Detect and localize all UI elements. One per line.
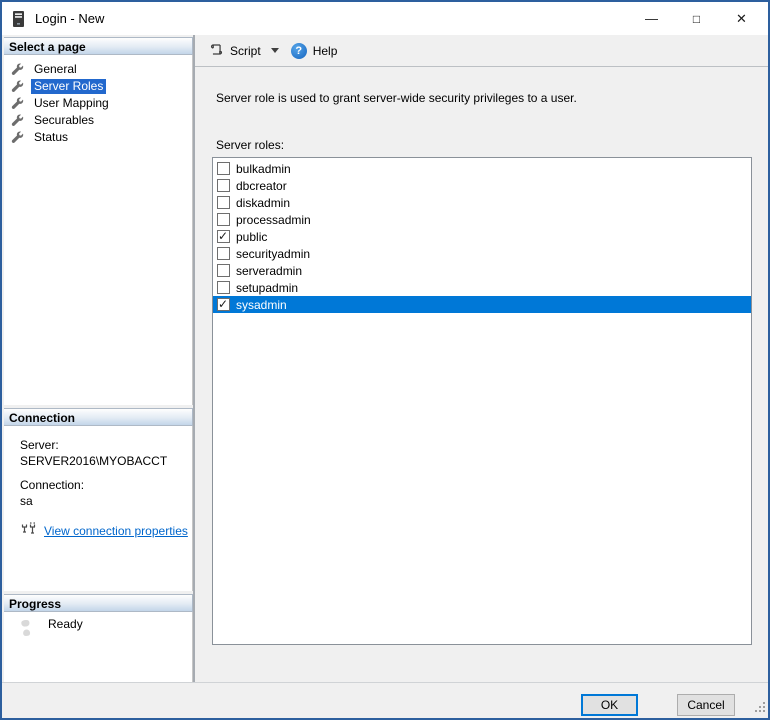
- ok-button[interactable]: OK: [581, 694, 638, 716]
- role-name: bulkadmin: [236, 162, 291, 176]
- script-icon: [209, 42, 224, 60]
- close-button[interactable]: ✕: [719, 2, 764, 35]
- wrench-icon: [11, 63, 24, 76]
- server-role-row[interactable]: processadmin: [213, 211, 751, 228]
- resize-grip[interactable]: [755, 702, 766, 716]
- server-role-row[interactable]: securityadmin: [213, 245, 751, 262]
- script-button[interactable]: Script: [204, 39, 266, 63]
- progress-panel: Ready: [4, 612, 193, 682]
- connection-header: Connection: [4, 408, 193, 426]
- sidebar-item-label: User Mapping: [31, 96, 112, 111]
- script-label: Script: [230, 44, 261, 58]
- progress-spinner-icon: [18, 620, 34, 636]
- minimize-button[interactable]: —: [629, 2, 674, 35]
- progress-status: Ready: [48, 617, 83, 631]
- role-checkbox[interactable]: [217, 281, 230, 294]
- maximize-button[interactable]: □: [674, 2, 719, 35]
- server-app-icon: [12, 10, 25, 28]
- role-checkbox[interactable]: [217, 247, 230, 260]
- server-role-row[interactable]: sysadmin: [213, 296, 751, 313]
- sidebar-item-label: General: [31, 62, 80, 77]
- main-panel: Script ? Help Server role is used to gra…: [195, 35, 768, 682]
- title-bar: Login - New — □ ✕: [2, 2, 768, 35]
- help-icon: ?: [291, 43, 307, 59]
- window-title: Login - New: [35, 11, 104, 26]
- sidebar-item-server-roles[interactable]: Server Roles: [4, 78, 192, 95]
- connection-panel: Server: SERVER2016\MYOBACCT Connection: …: [4, 426, 193, 591]
- sidebar-item-label: Status: [31, 130, 71, 145]
- role-checkbox[interactable]: [217, 162, 230, 175]
- page-list: General Server Roles User Mapping Secura…: [4, 55, 193, 405]
- sidebar-item-label: Securables: [31, 113, 97, 128]
- server-label: Server:: [20, 438, 192, 452]
- connection-properties-icon: [20, 522, 38, 539]
- page-description: Server role is used to grant server-wide…: [216, 91, 577, 105]
- sidebar-item-status[interactable]: Status: [4, 129, 192, 146]
- wrench-icon: [11, 131, 24, 144]
- sidebar-item-user-mapping[interactable]: User Mapping: [4, 95, 192, 112]
- role-name: processadmin: [236, 213, 311, 227]
- view-connection-properties-link[interactable]: View connection properties: [44, 524, 188, 538]
- role-name: public: [236, 230, 267, 244]
- login-new-dialog: Login - New — □ ✕ Select a page General …: [0, 0, 770, 720]
- wrench-icon: [11, 80, 24, 93]
- role-name: serveradmin: [236, 264, 302, 278]
- server-role-row[interactable]: bulkadmin: [213, 160, 751, 177]
- role-checkbox[interactable]: [217, 213, 230, 226]
- server-role-row[interactable]: setupadmin: [213, 279, 751, 296]
- sidebar-item-securables[interactable]: Securables: [4, 112, 192, 129]
- role-checkbox[interactable]: [217, 196, 230, 209]
- sidebar-item-general[interactable]: General: [4, 61, 192, 78]
- role-name: diskadmin: [236, 196, 290, 210]
- role-name: securityadmin: [236, 247, 310, 261]
- connection-label: Connection:: [20, 478, 192, 492]
- server-role-row[interactable]: public: [213, 228, 751, 245]
- role-name: sysadmin: [236, 298, 287, 312]
- server-value: SERVER2016\MYOBACCT: [20, 454, 192, 468]
- wrench-icon: [11, 97, 24, 110]
- role-checkbox[interactable]: [217, 264, 230, 277]
- help-label: Help: [313, 44, 338, 58]
- role-checkbox[interactable]: [217, 230, 230, 243]
- role-checkbox[interactable]: [217, 298, 230, 311]
- server-role-row[interactable]: serveradmin: [213, 262, 751, 279]
- server-roles-list[interactable]: bulkadmin dbcreator diskadmin processadm…: [212, 157, 752, 645]
- help-button[interactable]: ? Help: [286, 39, 343, 63]
- server-role-row[interactable]: dbcreator: [213, 177, 751, 194]
- sidebar-item-label: Server Roles: [31, 79, 106, 94]
- window-controls: — □ ✕: [629, 2, 764, 35]
- connection-value: sa: [20, 494, 192, 508]
- cancel-button[interactable]: Cancel: [677, 694, 735, 716]
- role-name: setupadmin: [236, 281, 298, 295]
- select-a-page-header: Select a page: [4, 37, 193, 55]
- script-dropdown-caret[interactable]: [268, 48, 282, 53]
- role-name: dbcreator: [236, 179, 287, 193]
- server-role-row[interactable]: diskadmin: [213, 194, 751, 211]
- wrench-icon: [11, 114, 24, 127]
- footer-bar: OK Cancel: [2, 682, 768, 718]
- server-roles-label: Server roles:: [216, 138, 284, 152]
- role-checkbox[interactable]: [217, 179, 230, 192]
- toolbar: Script ? Help: [195, 35, 768, 67]
- progress-header: Progress: [4, 594, 193, 612]
